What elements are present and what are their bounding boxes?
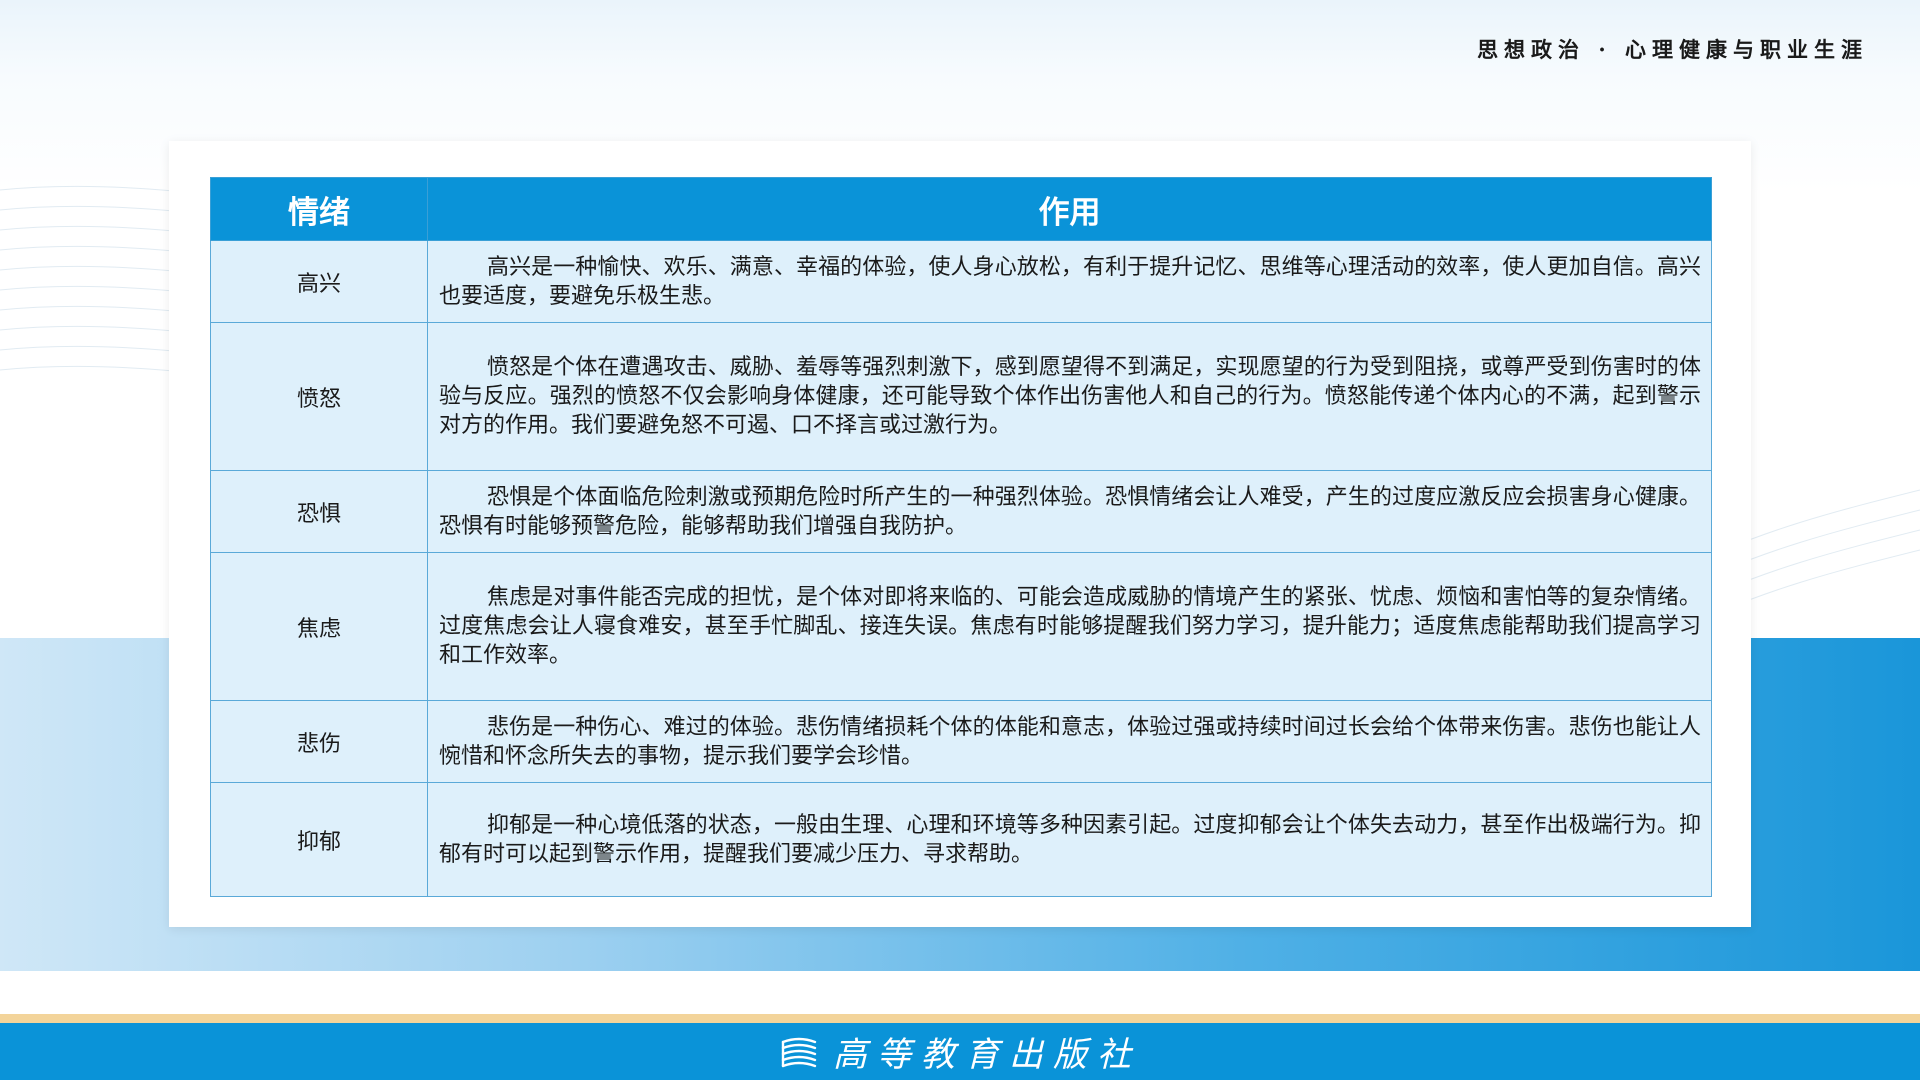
- table-row: 抑郁 抑郁是一种心境低落的状态，一般由生理、心理和环境等多种因素引起。过度抑郁会…: [210, 782, 1712, 897]
- gold-stripe: [0, 1014, 1920, 1023]
- column-header-effect: 作用: [427, 177, 1712, 241]
- table-row: 恐惧 恐惧是个体面临危险刺激或预期危险时所产生的一种强烈体验。恐惧情绪会让人难受…: [210, 470, 1712, 553]
- background-white-gap: [0, 971, 1920, 1014]
- publisher-name: 高等教育出版社: [833, 1035, 1141, 1075]
- emotion-effect: 抑郁是一种心境低落的状态，一般由生理、心理和环境等多种因素引起。过度抑郁会让个体…: [439, 812, 1701, 867]
- emotion-effect: 高兴是一种愉快、欢乐、满意、幸福的体验，使人身心放松，有利于提升记忆、思维等心理…: [439, 254, 1701, 309]
- emotion-effect-cell: 焦虑是对事件能否完成的担忧，是个体对即将来临的、可能会造成威胁的情境产生的紧张、…: [427, 552, 1712, 701]
- table-row: 高兴 高兴是一种愉快、欢乐、满意、幸福的体验，使人身心放松，有利于提升记忆、思维…: [210, 240, 1712, 323]
- content-card: 情绪 作用 高兴 高兴是一种愉快、欢乐、满意、幸福的体验，使人身心放松，有利于提…: [169, 141, 1751, 927]
- footer-bar: 高等教育出版社: [0, 1023, 1920, 1080]
- emotion-name: 高兴: [210, 240, 428, 323]
- table-row: 愤怒 愤怒是个体在遭遇攻击、威胁、羞辱等强烈刺激下，感到愿望得不到满足，实现愿望…: [210, 322, 1712, 471]
- table-header-row: 情绪 作用: [210, 177, 1712, 241]
- emotion-effect: 悲伤是一种伤心、难过的体验。悲伤情绪损耗个体的体能和意志，体验过强或持续时间过长…: [439, 714, 1701, 769]
- emotion-effect-cell: 恐惧是个体面临危险刺激或预期危险时所产生的一种强烈体验。恐惧情绪会让人难受，产生…: [427, 470, 1712, 553]
- header-title: 思想政治 · 心理健康与职业生涯: [1477, 37, 1868, 62]
- table-row: 悲伤 悲伤是一种伤心、难过的体验。悲伤情绪损耗个体的体能和意志，体验过强或持续时…: [210, 700, 1712, 783]
- emotion-name: 焦虑: [210, 552, 428, 701]
- emotion-effect-cell: 抑郁是一种心境低落的状态，一般由生理、心理和环境等多种因素引起。过度抑郁会让个体…: [427, 782, 1712, 897]
- emotion-name: 愤怒: [210, 322, 428, 471]
- emotion-effect: 恐惧是个体面临危险刺激或预期危险时所产生的一种强烈体验。恐惧情绪会让人难受，产生…: [439, 484, 1701, 539]
- emotion-name: 恐惧: [210, 470, 428, 553]
- table-row: 焦虑 焦虑是对事件能否完成的担忧，是个体对即将来临的、可能会造成威胁的情境产生的…: [210, 552, 1712, 701]
- emotion-effect-cell: 愤怒是个体在遭遇攻击、威胁、羞辱等强烈刺激下，感到愿望得不到满足，实现愿望的行为…: [427, 322, 1712, 471]
- emotion-name: 抑郁: [210, 782, 428, 897]
- emotion-effect-cell: 高兴是一种愉快、欢乐、满意、幸福的体验，使人身心放松，有利于提升记忆、思维等心理…: [427, 240, 1712, 323]
- emotion-effect-cell: 悲伤是一种伤心、难过的体验。悲伤情绪损耗个体的体能和意志，体验过强或持续时间过长…: [427, 700, 1712, 783]
- emotion-name: 悲伤: [210, 700, 428, 783]
- emotion-effect: 焦虑是对事件能否完成的担忧，是个体对即将来临的、可能会造成威胁的情境产生的紧张、…: [439, 585, 1701, 668]
- emotion-table: 情绪 作用 高兴 高兴是一种愉快、欢乐、满意、幸福的体验，使人身心放松，有利于提…: [210, 177, 1712, 897]
- column-header-emotion: 情绪: [210, 177, 428, 241]
- emotion-effect: 愤怒是个体在遭遇攻击、威胁、羞辱等强烈刺激下，感到愿望得不到满足，实现愿望的行为…: [439, 355, 1701, 438]
- book-stack-icon: [781, 1037, 817, 1067]
